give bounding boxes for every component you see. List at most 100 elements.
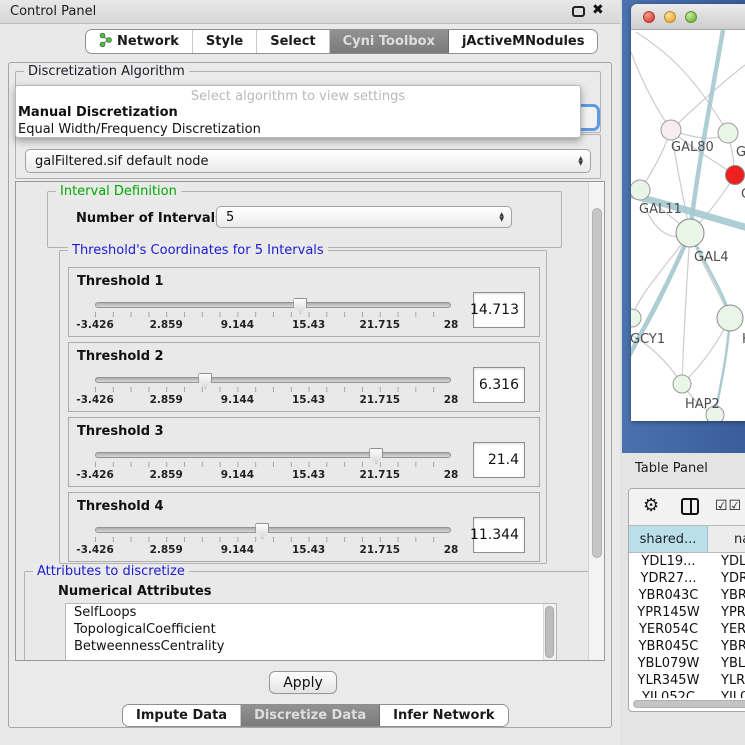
- node-h[interactable]: [717, 305, 743, 331]
- panel-scrollbar-thumb[interactable]: [592, 208, 602, 558]
- threshold-3-slider[interactable]: -3.426 2.859 9.144 15.43 21.715 28: [95, 452, 451, 482]
- threshold-1-value-field[interactable]: 14.713: [473, 292, 525, 328]
- tab-jactivemnodules[interactable]: jActiveMNodules: [449, 30, 598, 53]
- cell[interactable]: YBR0: [708, 638, 745, 655]
- threshold-2-value-field[interactable]: 6.316: [473, 367, 525, 403]
- table-data-combobox[interactable]: galFiltered.sif default node ▲▼: [25, 149, 591, 173]
- tick-label: 2.859: [150, 469, 183, 481]
- cell[interactable]: YER0: [708, 621, 745, 638]
- table-row[interactable]: YDR27... YDR2: [629, 570, 745, 587]
- select-columns-icon[interactable]: ☑☑: [715, 498, 742, 514]
- tab-style[interactable]: Style: [193, 30, 257, 53]
- tick-label: 15.43: [292, 319, 325, 331]
- table-row[interactable]: YBR045C YBR0: [629, 638, 745, 655]
- tick-label: -3.426: [76, 469, 114, 481]
- cell[interactable]: YDL1: [708, 553, 745, 570]
- cell[interactable]: YIL0: [708, 689, 745, 698]
- cell[interactable]: YPR1: [708, 604, 745, 621]
- popup-item-equal-width-frequency[interactable]: Equal Width/Frequency Discretization: [16, 121, 580, 138]
- column-header-name[interactable]: na: [708, 526, 745, 552]
- cell[interactable]: YBL079W: [629, 655, 708, 672]
- threshold-1-panel: Threshold 1 -3.426 2.859 9.144 15.43 21.…: [68, 267, 540, 337]
- tick-label: 9.144: [221, 469, 254, 481]
- cell[interactable]: YBR045C: [629, 638, 708, 655]
- threshold-4-value-field[interactable]: 11.344: [473, 517, 525, 553]
- apply-button[interactable]: Apply: [269, 671, 337, 694]
- list-item[interactable]: BetweennessCentrality: [66, 638, 556, 655]
- threshold-1-label: Threshold 1: [77, 274, 164, 289]
- list-item[interactable]: SelfLoops: [66, 604, 556, 621]
- tab-style-label: Style: [206, 34, 243, 49]
- node-red-selected[interactable]: [726, 166, 745, 185]
- slider-ticks: [95, 312, 451, 317]
- tab-impute-data[interactable]: Impute Data: [123, 705, 241, 726]
- slider-track[interactable]: [95, 377, 451, 383]
- close-icon[interactable]: ✖: [592, 2, 604, 18]
- cell[interactable]: YER054C: [629, 621, 708, 638]
- gear-icon[interactable]: ⚙: [643, 496, 659, 516]
- node-hap2[interactable]: [673, 375, 691, 393]
- panel-scrollbar[interactable]: [588, 182, 604, 660]
- cell[interactable]: YBL0: [708, 655, 745, 672]
- tab-network[interactable]: Network: [86, 30, 193, 53]
- zoom-traffic-light[interactable]: [685, 11, 697, 23]
- table-row[interactable]: YIL052C YIL0: [629, 689, 745, 698]
- node-gal11[interactable]: [631, 180, 650, 200]
- node-gcy1[interactable]: [631, 309, 641, 327]
- column-header-shared-name[interactable]: shared...: [629, 526, 708, 552]
- table-row[interactable]: YBR043C YBR0: [629, 587, 745, 604]
- cell[interactable]: YLR3: [708, 672, 745, 689]
- node-table: ⚙ ☑☑ shared... na YDL19... YDL1 YDR27...…: [628, 488, 745, 712]
- minimize-traffic-light[interactable]: [664, 11, 676, 23]
- interval-definition-title: Interval Definition: [56, 184, 181, 199]
- network-view-frame[interactable]: GAL80 GA C GAL11 GAL4 GCY1 H HAP2: [622, 0, 745, 453]
- threshold-4-slider[interactable]: -3.426 2.859 9.144 15.43 21.715 28: [95, 527, 451, 557]
- number-of-intervals-label: Number of Intervals: [76, 211, 223, 226]
- table-row[interactable]: YPR145W YPR1: [629, 604, 745, 621]
- threshold-4-panel: Threshold 4 -3.426 2.859 9.144 15.43 21.…: [68, 492, 540, 562]
- slider-track[interactable]: [95, 452, 451, 458]
- table-row[interactable]: YDL19... YDL1: [629, 553, 745, 570]
- number-of-intervals-combobox[interactable]: 5 ▲▼: [216, 206, 512, 228]
- table-row[interactable]: YER054C YER0: [629, 621, 745, 638]
- network-canvas[interactable]: GAL80 GA C GAL11 GAL4 GCY1 H HAP2: [631, 30, 745, 421]
- list-item[interactable]: TopologicalCoefficient: [66, 621, 556, 638]
- cell[interactable]: YPR145W: [629, 604, 708, 621]
- table-row[interactable]: YLR345W YLR3: [629, 672, 745, 689]
- table-row[interactable]: YBL079W YBL0: [629, 655, 745, 672]
- network-window-titlebar[interactable]: [631, 4, 745, 30]
- horizontal-scrollbar[interactable]: [633, 700, 745, 708]
- tab-infer-network[interactable]: Infer Network: [380, 705, 507, 726]
- columns-icon[interactable]: [681, 498, 699, 515]
- tick-label: 15.43: [292, 469, 325, 481]
- cell[interactable]: YDR2: [708, 570, 745, 587]
- node-gal4[interactable]: [676, 219, 704, 247]
- table-header-row: shared... na: [629, 525, 745, 553]
- slider-track[interactable]: [95, 527, 451, 533]
- list-scrollbar-thumb[interactable]: [545, 606, 554, 658]
- tick-label: 21.715: [360, 394, 401, 406]
- cell[interactable]: YBR043C: [629, 587, 708, 604]
- cell[interactable]: YDL19...: [629, 553, 708, 570]
- close-traffic-light[interactable]: [643, 11, 655, 23]
- popup-item-manual-discretization[interactable]: Manual Discretization: [16, 104, 580, 121]
- slider-ticks: [95, 462, 451, 467]
- tab-discretize-data[interactable]: Discretize Data: [241, 705, 380, 726]
- numerical-attributes-list[interactable]: SelfLoops TopologicalCoefficient Between…: [65, 603, 557, 661]
- threshold-1-slider[interactable]: -3.426 2.859 9.144 15.43 21.715 28: [95, 302, 451, 332]
- threshold-3-value-field[interactable]: 21.4: [473, 442, 525, 478]
- list-scrollbar[interactable]: [543, 604, 556, 661]
- tab-select[interactable]: Select: [257, 30, 329, 53]
- network-window[interactable]: GAL80 GA C GAL11 GAL4 GCY1 H HAP2: [631, 4, 745, 421]
- tab-cyni-toolbox[interactable]: Cyni Toolbox: [330, 30, 449, 53]
- float-window-icon[interactable]: [572, 6, 585, 17]
- node-top-right[interactable]: [718, 123, 738, 143]
- slider-track[interactable]: [95, 302, 451, 308]
- cell[interactable]: YLR345W: [629, 672, 708, 689]
- threshold-2-slider[interactable]: -3.426 2.859 9.144 15.43 21.715 28: [95, 377, 451, 407]
- cell[interactable]: YBR0: [708, 587, 745, 604]
- cell[interactable]: YDR27...: [629, 570, 708, 587]
- tab-discretize-data-label: Discretize Data: [254, 708, 366, 723]
- cell[interactable]: YIL052C: [629, 689, 708, 698]
- node-gal80[interactable]: [661, 120, 681, 140]
